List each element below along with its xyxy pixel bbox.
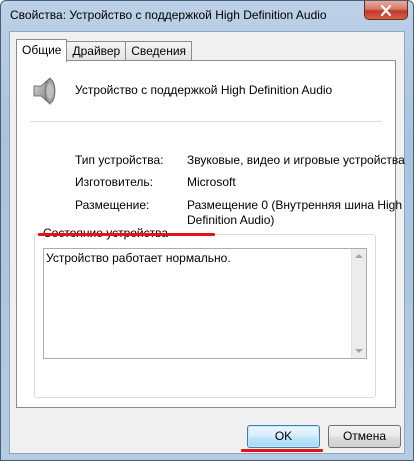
device-status-textbox[interactable]: Устройство работает нормально. [43, 248, 367, 359]
scroll-down-arrow-icon[interactable] [355, 349, 363, 353]
tab-driver[interactable]: Драйвер [66, 41, 127, 61]
location-value-line-1: Размещение 0 (Внутренняя шина High [187, 198, 403, 212]
tab-general[interactable]: Общие [16, 39, 68, 62]
device-name: Устройство с поддержкой High Definition … [75, 83, 333, 97]
close-button[interactable] [364, 1, 408, 20]
manufacturer-value: Microsoft [187, 175, 236, 189]
location-label: Размещение: [75, 198, 150, 212]
dialog-client-area: Общие Драйвер Сведения Устройство с подд… [9, 31, 405, 454]
separator [30, 121, 382, 122]
tab-strip: Общие Драйвер Сведения [16, 39, 193, 62]
device-type-label: Тип устройства: [75, 153, 164, 167]
status-highlight-underline [38, 233, 215, 236]
location-value-line-2: Definition Audio) [187, 213, 275, 227]
scroll-up-arrow-icon[interactable] [355, 254, 363, 258]
tab-details[interactable]: Сведения [125, 41, 193, 61]
speaker-icon [33, 77, 56, 105]
manufacturer-label: Изготовитель: [75, 175, 153, 189]
title-bar[interactable]: Свойства: Устройство с поддержкой High D… [1, 1, 413, 31]
device-status-group: Состояние устройства Устройство работает… [34, 226, 376, 398]
cancel-button[interactable]: Отмена [328, 425, 401, 448]
status-scrollbar[interactable] [351, 249, 366, 358]
properties-window: Свойства: Устройство с поддержкой High D… [0, 0, 414, 461]
device-status-text: Устройство работает нормально. [46, 251, 231, 265]
ok-button[interactable]: OK [247, 425, 320, 448]
ok-highlight-underline [241, 449, 323, 452]
window-title: Свойства: Устройство с поддержкой High D… [10, 8, 327, 22]
close-icon [380, 4, 392, 16]
device-type-value: Звуковые, видео и игровые устройства [187, 153, 405, 167]
